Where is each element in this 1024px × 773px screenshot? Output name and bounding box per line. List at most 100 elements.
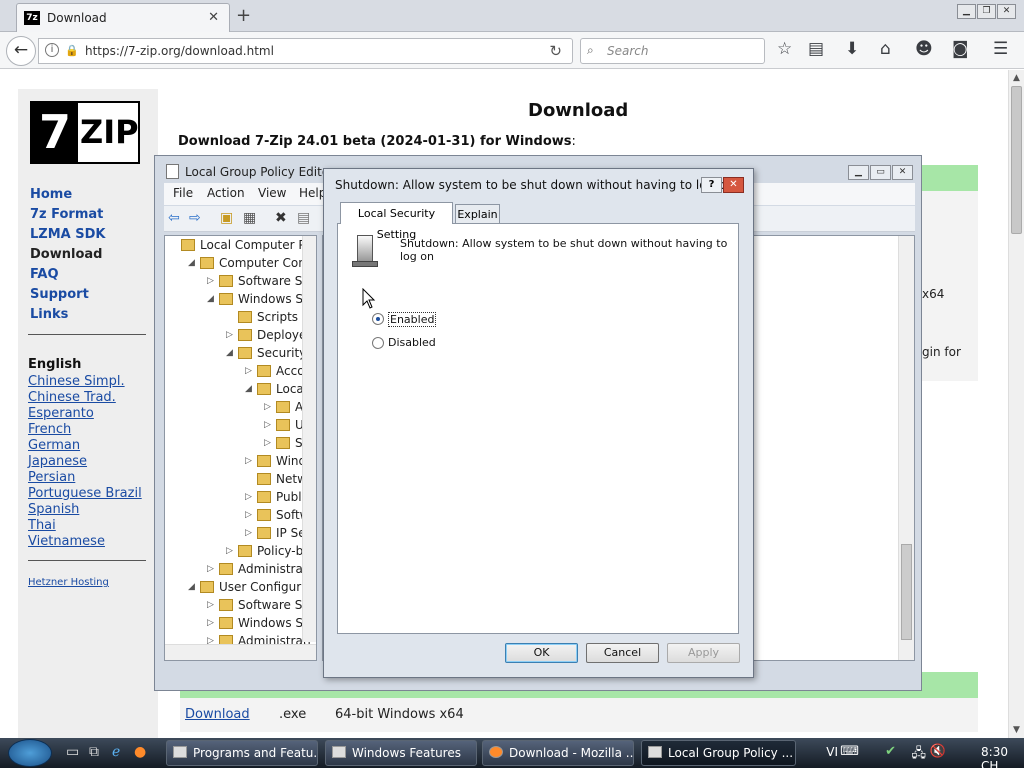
chat-icon[interactable]: ☻	[915, 39, 933, 59]
internet-explorer-icon[interactable]: ℯ	[112, 744, 120, 760]
expand-arrow-icon[interactable]: ◢	[245, 384, 252, 394]
show-hide-tree-icon[interactable]: ▦	[243, 210, 256, 226]
scroll-down-icon[interactable]: ▼	[1013, 725, 1020, 735]
keyboard-icon[interactable]: ⌨	[840, 744, 859, 759]
url-text[interactable]: https://7-zip.org/download.html	[85, 44, 274, 58]
properties-icon[interactable]: ▤	[297, 210, 310, 226]
menu-file[interactable]: File	[173, 186, 193, 200]
menu-action[interactable]: Action	[207, 186, 245, 200]
clock[interactable]: 8:30 CH	[981, 745, 1008, 773]
expand-arrow-icon[interactable]: ▷	[226, 330, 233, 340]
search-box[interactable]: ⌕ Search	[580, 38, 765, 64]
lang-link[interactable]: Portuguese Brazil	[28, 486, 142, 502]
ok-button[interactable]: OK	[505, 643, 578, 663]
hosting-link[interactable]: Hetzner Hosting	[28, 577, 109, 588]
taskbar-button-active[interactable]: Local Group Policy ...	[641, 740, 796, 766]
taskbar-button[interactable]: Programs and Featu...	[166, 740, 318, 766]
expand-arrow-icon[interactable]: ▷	[245, 492, 252, 502]
scroll-up-icon[interactable]: ▲	[1013, 73, 1020, 83]
tree-item-label[interactable]: Local Computer Polic	[200, 238, 316, 252]
lang-link[interactable]: Spanish	[28, 502, 142, 518]
expand-arrow-icon[interactable]: ◢	[207, 294, 214, 304]
close-icon[interactable]: ✕	[723, 177, 744, 193]
expand-arrow-icon[interactable]: ◢	[226, 348, 233, 358]
maximize-icon[interactable]: ▭	[870, 165, 891, 180]
back-icon[interactable]: ⇦	[168, 210, 180, 226]
show-desktop-icon[interactable]: ▭	[66, 744, 79, 760]
bookmark-star-icon[interactable]: ☆	[777, 39, 792, 59]
search-placeholder[interactable]: Search	[607, 44, 649, 58]
lang-link[interactable]: Esperanto	[28, 406, 142, 422]
menu-view[interactable]: View	[258, 186, 286, 200]
download-arrow-icon[interactable]: ⬇	[845, 39, 859, 59]
close-window-icon[interactable]: ✕	[997, 4, 1016, 19]
expand-arrow-icon[interactable]: ▷	[207, 276, 214, 286]
help-button[interactable]: ?	[701, 177, 722, 193]
expand-arrow-icon[interactable]: ▷	[207, 564, 214, 574]
expand-arrow-icon[interactable]: ▷	[264, 420, 271, 430]
7zip-logo[interactable]: 7 ZIP	[30, 101, 140, 164]
switch-windows-icon[interactable]: ⧉	[89, 744, 99, 760]
expand-arrow-icon[interactable]: ◢	[188, 258, 195, 268]
url-bar[interactable]: i 🔒 https://7-zip.org/download.html ↻	[38, 38, 573, 64]
nav-download[interactable]: Download	[30, 247, 102, 262]
lang-link[interactable]: German	[28, 438, 142, 454]
close-tab-icon[interactable]: ✕	[208, 10, 219, 25]
start-orb-icon[interactable]	[8, 739, 52, 767]
reload-icon[interactable]: ↻	[549, 42, 562, 60]
expand-arrow-icon[interactable]: ◢	[188, 582, 195, 592]
expand-arrow-icon[interactable]: ▷	[245, 456, 252, 466]
expand-arrow-icon[interactable]: ▷	[207, 618, 214, 628]
back-arrow-icon[interactable]: ←	[6, 36, 36, 66]
expand-arrow-icon[interactable]: ▷	[264, 438, 271, 448]
minimize-icon[interactable]: ▁	[957, 4, 976, 19]
tree-horizontal-scrollbar[interactable]	[165, 644, 316, 660]
delete-icon[interactable]: ✖	[275, 210, 287, 226]
language-indicator[interactable]: VI	[826, 745, 838, 759]
expand-arrow-icon[interactable]: ▷	[264, 402, 271, 412]
radio-label[interactable]: Enabled	[388, 312, 437, 327]
expand-arrow-icon[interactable]: ▷	[245, 510, 252, 520]
cancel-button[interactable]: Cancel	[586, 643, 659, 663]
tab-local-security-setting[interactable]: Local Security Setting	[340, 202, 453, 241]
expand-arrow-icon[interactable]: ▷	[207, 600, 214, 610]
new-tab-icon[interactable]: +	[236, 5, 251, 26]
home-icon[interactable]: ⌂	[880, 39, 891, 59]
reading-list-icon[interactable]: ▤	[808, 39, 824, 59]
tree-vertical-scrollbar[interactable]	[302, 236, 316, 642]
lang-link[interactable]: Chinese Trad.	[28, 390, 142, 406]
scroll-thumb[interactable]	[901, 544, 912, 640]
lang-link[interactable]: Thai	[28, 518, 142, 534]
radio-selected-icon[interactable]	[372, 313, 384, 325]
forward-icon[interactable]: ⇨	[189, 210, 201, 226]
download-link[interactable]: Download	[185, 707, 250, 722]
nav-7z-format[interactable]: 7z Format	[30, 207, 103, 222]
expand-arrow-icon[interactable]: ▷	[245, 366, 252, 376]
taskbar-button[interactable]: Download - Mozilla ...	[482, 740, 634, 766]
nav-support[interactable]: Support	[30, 287, 89, 302]
tab-explain[interactable]: Explain	[455, 204, 500, 224]
nav-home[interactable]: Home	[30, 187, 72, 202]
info-icon[interactable]: i	[45, 43, 59, 57]
action-center-icon[interactable]: ✔	[885, 744, 896, 759]
up-folder-icon[interactable]: ▣	[220, 210, 233, 226]
apply-button[interactable]: Apply	[667, 643, 740, 663]
nav-links[interactable]: Links	[30, 307, 68, 322]
browser-tab[interactable]: 7z Download ✕	[16, 3, 230, 32]
nav-faq[interactable]: FAQ	[30, 267, 59, 282]
lang-link[interactable]: French	[28, 422, 142, 438]
expand-arrow-icon[interactable]: ▷	[245, 528, 252, 538]
page-scrollbar[interactable]: ▲ ▼	[1008, 70, 1024, 738]
minimize-icon[interactable]: ▁	[848, 165, 869, 180]
restore-icon[interactable]: ❐	[977, 4, 996, 19]
close-icon[interactable]: ✕	[892, 165, 913, 180]
expand-arrow-icon[interactable]: ▷	[226, 546, 233, 556]
hamburger-menu-icon[interactable]: ☰	[993, 39, 1008, 59]
radio-label[interactable]: Disabled	[388, 336, 436, 349]
firefox-icon[interactable]: ●	[134, 744, 146, 760]
network-icon[interactable]: 🖧	[912, 744, 927, 766]
lang-link[interactable]: Vietnamese	[28, 534, 142, 550]
volume-icon[interactable]: 🔇	[930, 744, 946, 759]
taskbar-button[interactable]: Windows Features	[325, 740, 477, 766]
lang-link[interactable]: Persian	[28, 470, 142, 486]
